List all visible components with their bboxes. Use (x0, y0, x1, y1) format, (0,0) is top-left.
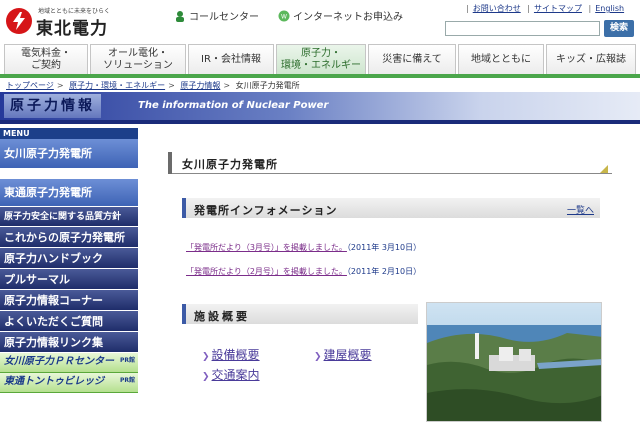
internet-apply-link[interactable]: W インターネットお申込み (278, 8, 403, 23)
news-date: （2011年 3月10日） (346, 243, 422, 252)
tab-disaster[interactable]: 災害に備えて (368, 44, 456, 74)
utility-links: | お問い合わせ | サイトマップ | English (466, 4, 625, 13)
sidebar-item-onagawa-pr[interactable]: 女川原子力ＰＲセンター PR館 (0, 353, 138, 373)
search-button[interactable]: 検索 (604, 20, 634, 37)
news-link[interactable]: 「発電所だより（2月号）」を掲載しました。 (186, 267, 347, 276)
sidebar-item-higashidori[interactable]: 東通原子力発電所 (0, 179, 138, 207)
breadcrumb-current: 女川原子力発電所 (235, 81, 300, 90)
call-center-label: コールセンター (189, 12, 259, 23)
web-icon: W (278, 10, 290, 22)
tab-all-electric[interactable]: オール電化・ ソリューション (90, 44, 186, 74)
breadcrumb-nuclear-info[interactable]: 原子力情報 (180, 81, 220, 90)
news-date: （2011年 2月10日） (346, 267, 422, 276)
corner-triangle-icon (600, 165, 608, 173)
news-item: 「発電所だより（2月号）」を掲載しました。（2011年 2月10日） (186, 266, 421, 277)
sidebar-item-quality-policy[interactable]: 原子力安全に関する品質方針 (0, 207, 138, 227)
equipment-link[interactable]: ❯ 設備概要 (202, 346, 260, 363)
facility-title: 施設概要 (194, 310, 250, 323)
contact-link[interactable]: お問い合わせ (473, 4, 521, 13)
access-link[interactable]: ❯ 交通案内 (202, 366, 260, 383)
english-link[interactable]: English (595, 4, 624, 13)
news-item: 「発電所だより（3月号）」を掲載しました。（2011年 3月10日） (186, 242, 421, 253)
banner-title-jp: 原子力情報 (4, 94, 101, 118)
sidebar-item-links[interactable]: 原子力情報リンク集 (0, 332, 138, 353)
pr-badge: PR館 (119, 377, 135, 384)
facility-heading: 施設概要 (182, 304, 418, 324)
sidebar-gap (0, 169, 138, 179)
plant-heading: 女川原子力発電所 (168, 152, 612, 174)
sidebar-item-info-corner[interactable]: 原子力情報コーナー (0, 290, 138, 311)
tab-community[interactable]: 地域とともに (458, 44, 544, 74)
news-link[interactable]: 「発電所だより（3月号）」を掲載しました。 (186, 243, 347, 252)
access-link-label: 交通案内 (211, 368, 260, 382)
operator-icon (174, 10, 186, 22)
logo-name: 東北電力 (36, 19, 108, 39)
section-banner: 原子力情報 The information of Nuclear Power (0, 92, 640, 124)
tab-kids[interactable]: キッズ・広報誌 (546, 44, 636, 74)
heading-underline (172, 173, 612, 174)
sidebar-item-label: 東通トントゥビレッジ (4, 376, 104, 387)
arrow-icon: ❯ (202, 352, 210, 362)
page-title: 女川原子力発電所 (182, 158, 278, 171)
arrow-icon: ❯ (314, 352, 322, 362)
breadcrumb: トップページ > 原子力・環境・エネルギー > 原子力情報 > 女川原子力発電所 (6, 81, 300, 90)
breadcrumb-home[interactable]: トップページ (6, 81, 54, 90)
tab-rates[interactable]: 電気料金・ ご契約 (4, 44, 88, 74)
search-input[interactable] (445, 21, 600, 36)
info-list-link[interactable]: 一覧へ (567, 203, 594, 216)
banner-title-en: The information of Nuclear Power (138, 100, 329, 111)
sidebar-item-onagawa[interactable]: 女川原子力発電所 (0, 139, 138, 169)
nav-underline (0, 74, 640, 78)
sidebar-item-label: 女川原子力ＰＲセンター (4, 356, 114, 367)
main-content: 女川原子力発電所 発電所インフォメーション 一覧へ 「発電所だより（3月号）」を… (138, 128, 640, 426)
tab-nuclear-energy[interactable]: 原子力・ 環境・エネルギー (276, 44, 366, 74)
sidebar-item-faq[interactable]: よくいただくご質問 (0, 311, 138, 332)
call-center-link[interactable]: コールセンター (174, 8, 259, 23)
banner-stripe (0, 120, 640, 124)
global-nav: 電気料金・ ご契約 オール電化・ ソリューション IR・会社情報 原子力・ 環境… (4, 44, 638, 74)
info-heading: 発電所インフォメーション 一覧へ (182, 198, 600, 218)
building-link-label: 建屋概要 (323, 348, 372, 362)
breadcrumb-nuclear-env[interactable]: 原子力・環境・エネルギー (69, 81, 165, 90)
svg-text:W: W (281, 14, 287, 21)
plant-aerial-photo (426, 302, 602, 422)
equipment-link-label: 設備概要 (211, 348, 260, 362)
lightning-logo-icon (6, 8, 32, 34)
sidebar: MENU 女川原子力発電所 東通原子力発電所 原子力安全に関する品質方針 これか… (0, 128, 138, 426)
sidebar-menu-label: MENU (0, 128, 138, 139)
internet-apply-label: インターネットお申込み (293, 12, 403, 23)
sitemap-link[interactable]: サイトマップ (534, 4, 582, 13)
sidebar-item-tontu-village[interactable]: 東通トントゥビレッジ PR館 (0, 373, 138, 393)
sidebar-item-handbook[interactable]: 原子力ハンドブック (0, 248, 138, 269)
sidebar-item-pluthermal[interactable]: プルサーマル (0, 269, 138, 290)
company-logo[interactable]: 地域とともに未来をひらく 東北電力 (6, 4, 116, 39)
info-title: 発電所インフォメーション (194, 204, 338, 217)
building-link[interactable]: ❯ 建屋概要 (314, 346, 372, 363)
sidebar-item-future-plants[interactable]: これからの原子力発電所 (0, 227, 138, 248)
pr-badge: PR館 (119, 357, 135, 364)
tab-ir-company[interactable]: IR・会社情報 (188, 44, 274, 74)
site-header: 地域とともに未来をひらく 東北電力 コールセンター W インターネットお申込み … (0, 0, 640, 44)
arrow-icon: ❯ (202, 372, 210, 382)
